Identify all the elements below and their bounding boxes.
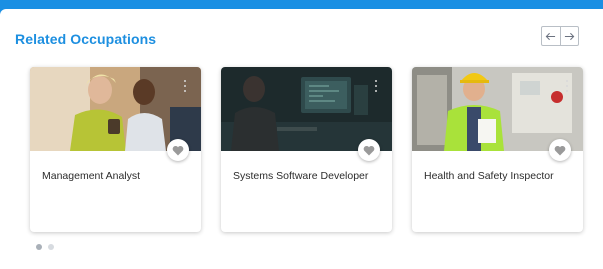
kebab-menu-icon[interactable] (374, 80, 378, 92)
heart-icon (172, 145, 184, 155)
section-title: Related Occupations (15, 31, 157, 47)
occupation-card[interactable]: Management Analyst (30, 67, 201, 232)
pagination-dot-2[interactable] (48, 244, 54, 250)
heart-icon (554, 145, 566, 155)
card-title: Health and Safety Inspector (424, 170, 554, 182)
arrow-right-icon (564, 32, 575, 40)
kebab-menu-icon[interactable] (183, 80, 187, 92)
favorite-button[interactable] (549, 139, 571, 161)
next-button[interactable] (559, 27, 578, 45)
heart-icon (363, 145, 375, 155)
prev-button[interactable] (542, 27, 560, 45)
occupation-card[interactable]: Health and Safety Inspector (412, 67, 583, 232)
card-title: Systems Software Developer (233, 170, 369, 182)
occupation-card[interactable]: Systems Software Developer (221, 67, 392, 232)
kebab-menu-icon[interactable] (565, 80, 569, 92)
card-title: Management Analyst (42, 170, 141, 182)
favorite-button[interactable] (358, 139, 380, 161)
pagination-dot-1[interactable] (36, 244, 42, 250)
carousel-nav (541, 26, 579, 46)
favorite-button[interactable] (167, 139, 189, 161)
carousel-pagination (36, 244, 54, 250)
arrow-left-icon (546, 32, 556, 40)
